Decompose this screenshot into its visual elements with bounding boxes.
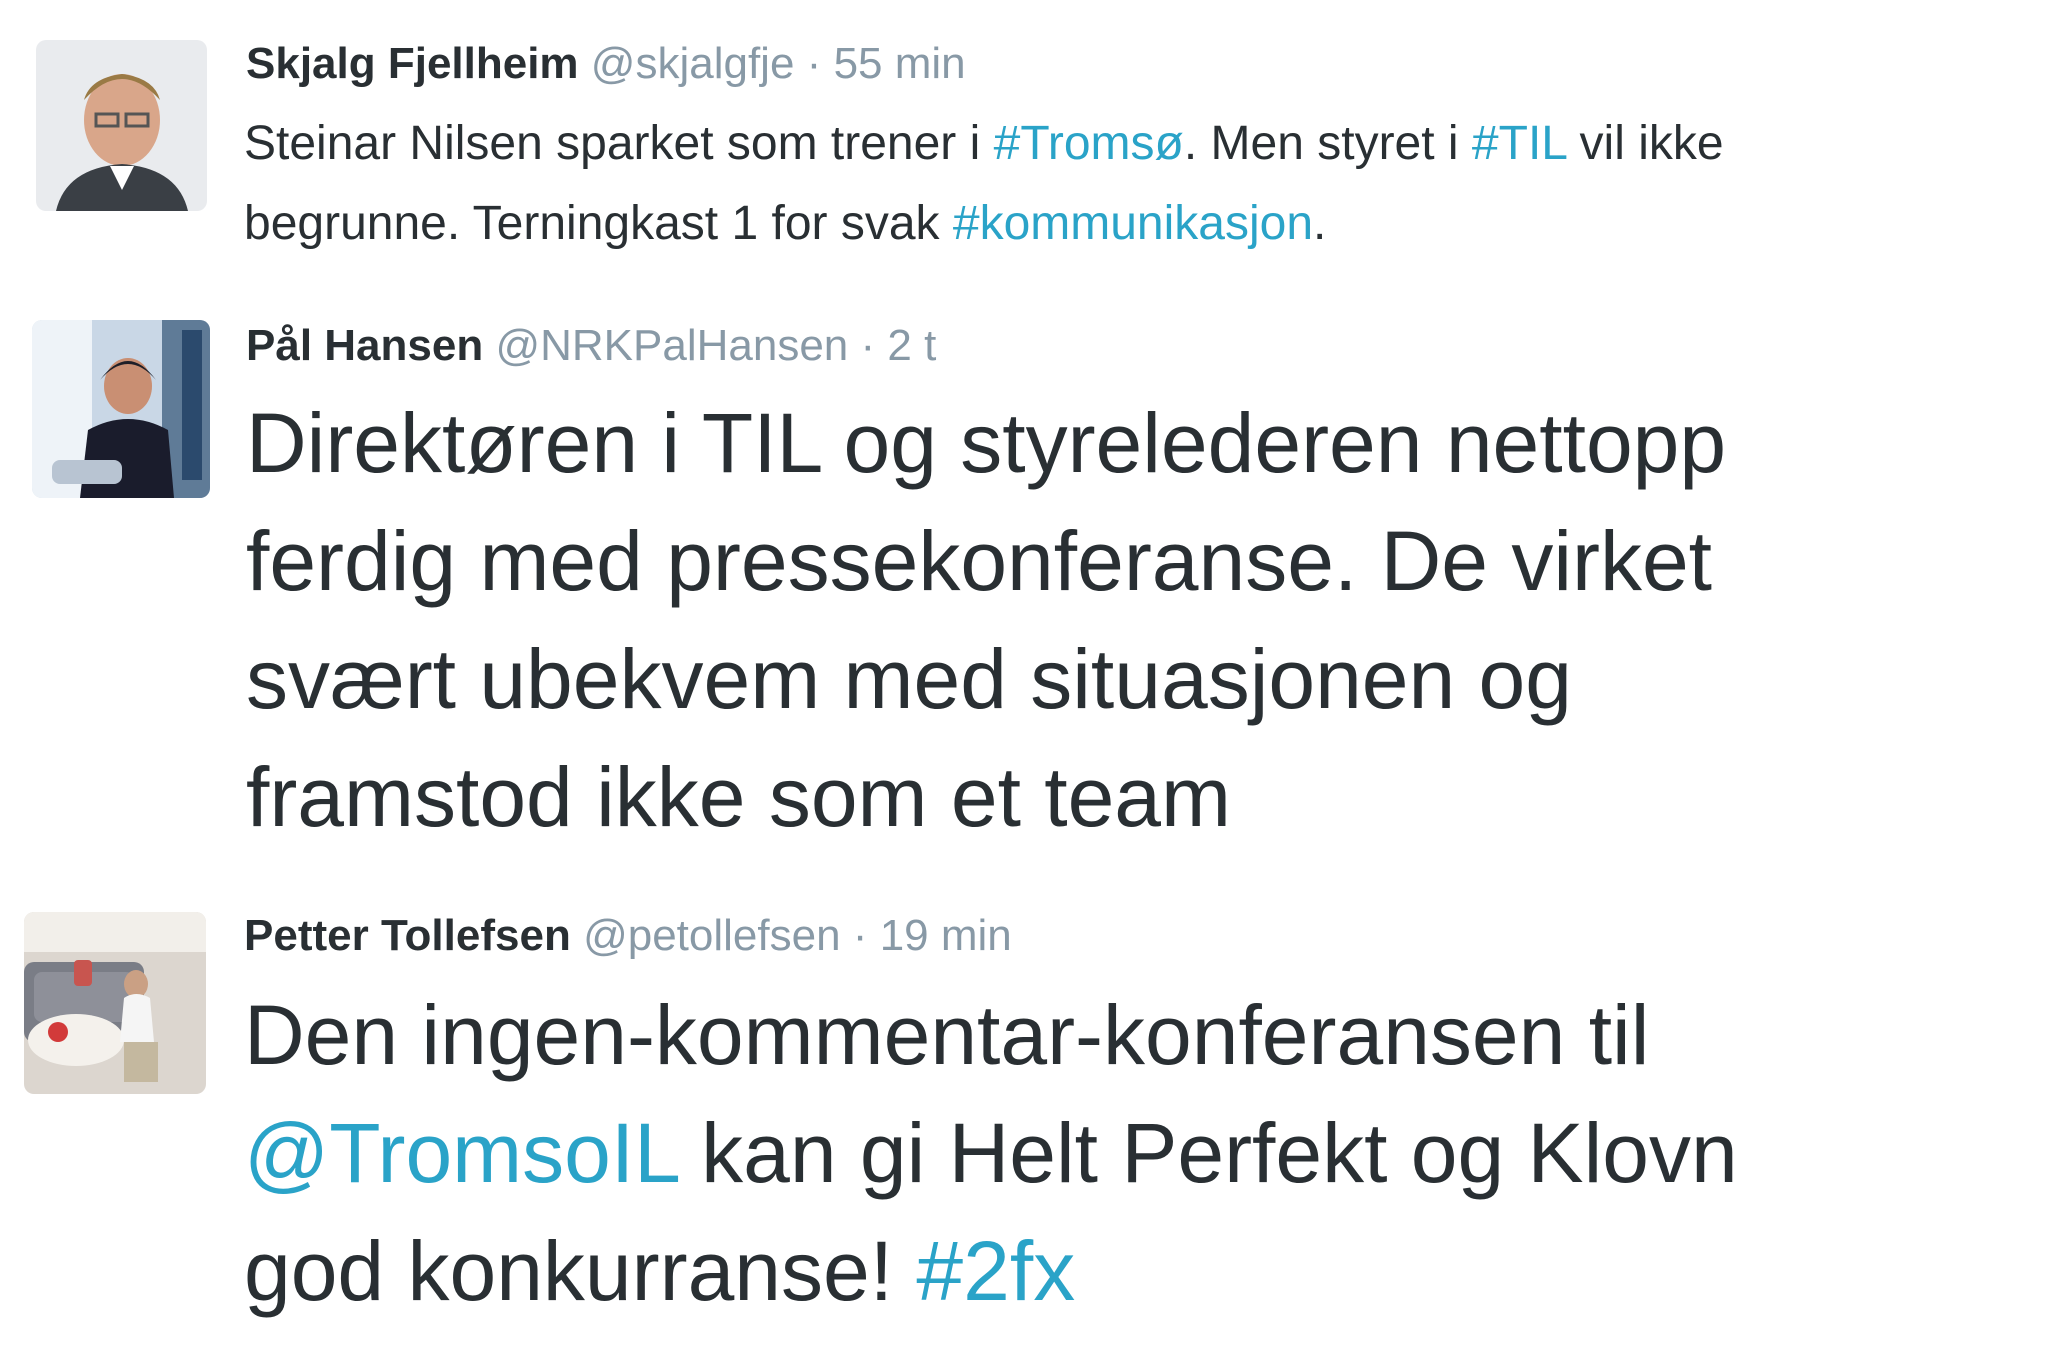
hashtag-link[interactable]: #2fx xyxy=(916,1224,1075,1318)
timestamp[interactable]: 2 t xyxy=(887,321,936,370)
separator: · xyxy=(806,39,822,88)
user-avatar-icon[interactable] xyxy=(36,40,207,211)
tweet-header: Skjalg Fjellheim @skjalgfje · 55 min xyxy=(246,38,966,90)
hashtag-link[interactable]: #Tromsø xyxy=(994,117,1184,170)
tweet-text-line: begrunne. Terningkast 1 for svak #kommun… xyxy=(244,184,1724,264)
tweet-header: Petter Tollefsen @petollefsen · 19 min xyxy=(244,910,1012,962)
user-handle[interactable]: @NRKPalHansen xyxy=(495,321,848,370)
user-handle[interactable]: @petollefsen xyxy=(583,911,841,960)
text-segment: . Men styret i xyxy=(1183,117,1472,170)
tweet-text: Direktøren i TIL og styrelederen nettopp… xyxy=(246,384,1726,856)
user-name[interactable]: Skjalg Fjellheim xyxy=(246,39,579,88)
hashtag-link[interactable]: #kommunikasjon xyxy=(953,197,1313,250)
tweet-text-line: god konkurranse! #2fx xyxy=(244,1212,1738,1330)
tweet-text-line: Direktøren i TIL og styrelederen nettopp xyxy=(246,396,1727,490)
text-segment: Steinar Nilsen sparket som trener i xyxy=(244,117,994,170)
tweet-text: Den ingen-kommentar-konferansen til @Tro… xyxy=(244,976,1738,1330)
tweet-text-line: Steinar Nilsen sparket som trener i #Tro… xyxy=(244,104,1724,184)
separator: · xyxy=(860,321,876,370)
hashtag-link[interactable]: #TIL xyxy=(1472,117,1566,170)
user-name[interactable]: Pål Hansen xyxy=(246,321,483,370)
tweet-text-line: ferdig med pressekonferanse. De virket xyxy=(246,514,1713,608)
user-avatar-icon[interactable] xyxy=(24,912,206,1094)
tweet-text-line: framstod ikke som et team xyxy=(246,750,1231,844)
text-segment: kan gi Helt Perfekt og Klovn xyxy=(677,1106,1738,1200)
text-segment: begrunne. Terningkast 1 for svak xyxy=(244,197,953,250)
tweet-text-line: @TromsoIL kan gi Helt Perfekt og Klovn xyxy=(244,1094,1738,1212)
tweet-header: Pål Hansen @NRKPalHansen · 2 t xyxy=(246,320,936,372)
timestamp[interactable]: 19 min xyxy=(880,911,1012,960)
tweet-text-line: Den ingen-kommentar-konferansen til xyxy=(244,988,1650,1082)
user-handle[interactable]: @skjalgfje xyxy=(591,39,795,88)
text-segment: . xyxy=(1313,197,1327,250)
separator: · xyxy=(852,911,868,960)
text-segment: god konkurranse! xyxy=(244,1224,917,1318)
user-name[interactable]: Petter Tollefsen xyxy=(244,911,571,960)
user-avatar-icon[interactable] xyxy=(32,320,210,498)
tweet-text: Steinar Nilsen sparket som trener i #Tro… xyxy=(244,104,1724,264)
timestamp[interactable]: 55 min xyxy=(834,39,966,88)
mention-link[interactable]: @TromsoIL xyxy=(244,1106,678,1200)
text-segment: vil ikke xyxy=(1566,117,1724,170)
tweet-text-line: svært ubekvem med situasjonen og xyxy=(246,632,1572,726)
